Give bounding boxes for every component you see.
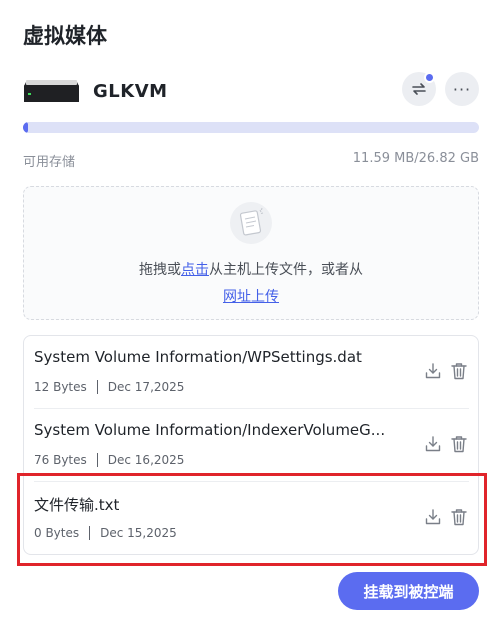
file-meta: 12 Bytes Dec 17,2025 (34, 380, 184, 394)
file-date: Dec 16,2025 (107, 453, 185, 467)
url-upload-link[interactable]: 网址上传 (223, 289, 279, 305)
delete-icon[interactable] (451, 362, 467, 380)
file-name: System Volume Information/IndexerVolumeG… (34, 421, 386, 439)
dropzone-text-middle: 从主机上传文件，或者从 (209, 262, 363, 278)
file-actions (425, 362, 467, 380)
storage-label: 可用存储 (23, 155, 76, 170)
file-upload-icon (230, 202, 272, 244)
file-size: 12 Bytes (34, 380, 87, 394)
more-options-button[interactable]: ··· (445, 72, 479, 106)
delete-icon[interactable] (451, 435, 467, 453)
click-upload-link[interactable]: 点击 (181, 262, 209, 278)
file-date: Dec 17,2025 (107, 380, 185, 394)
download-icon[interactable] (425, 362, 441, 380)
list-item[interactable]: System Volume Information/IndexerVolumeG… (34, 409, 469, 481)
meta-divider (96, 380, 98, 394)
meta-divider (96, 453, 98, 467)
highlight-box (17, 473, 487, 566)
dropzone-url-line: 网址上传 (24, 286, 478, 306)
upload-dropzone[interactable]: 拖拽或点击从主机上传文件，或者从 网址上传 (23, 186, 479, 320)
device-row: GLKVM ··· (23, 72, 479, 112)
device-name: GLKVM (93, 81, 168, 102)
file-meta: 76 Bytes Dec 16,2025 (34, 453, 184, 467)
storage-progress-bar (23, 122, 479, 133)
notification-dot (424, 72, 435, 83)
file-name: System Volume Information/WPSettings.dat (34, 348, 362, 366)
list-item[interactable]: System Volume Information/WPSettings.dat… (34, 336, 469, 408)
virtual-media-panel: 虚拟媒体 GLKVM ··· 可用存储 11.59 MB/26.82 GB 拖拽… (0, 0, 501, 627)
more-icon: ··· (452, 79, 472, 99)
storage-progress-fill (23, 122, 29, 133)
storage-value: 11.59 MB/26.82 GB (352, 151, 479, 166)
page-title: 虚拟媒体 (23, 24, 107, 48)
file-actions (425, 435, 467, 453)
dropzone-text-before: 拖拽或 (139, 262, 181, 278)
kvm-device-icon (24, 80, 79, 102)
file-size: 76 Bytes (34, 453, 87, 467)
dropzone-instructions: 拖拽或点击从主机上传文件，或者从 (24, 259, 478, 279)
sync-icon (412, 83, 426, 95)
mount-to-target-button[interactable]: 挂载到被控端 (338, 572, 479, 610)
download-icon[interactable] (425, 435, 441, 453)
